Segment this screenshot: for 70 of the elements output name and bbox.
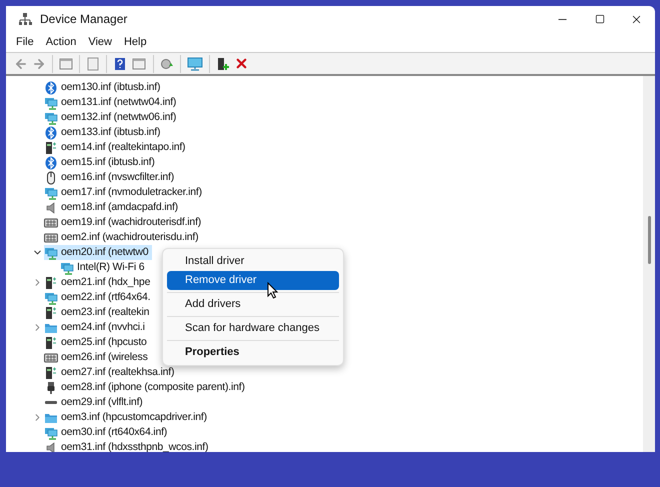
network-icon (44, 110, 58, 124)
window-title: Device Manager (40, 11, 128, 28)
cursor-icon (267, 282, 278, 299)
add-driver-icon[interactable] (216, 56, 230, 70)
tree-item[interactable]: oem3.inf (hpcustomcapdriver.inf) (44, 410, 211, 425)
tree-item[interactable]: oem16.inf (nvswcfilter.inf) (44, 170, 178, 185)
network-icon (44, 96, 58, 110)
bluetooth-icon (44, 80, 58, 94)
drive-icon (45, 401, 57, 404)
bluetooth-icon (44, 126, 58, 140)
help-icon[interactable] (113, 56, 127, 70)
tree-item[interactable]: oem130.inf (ibtusb.inf) (44, 80, 164, 95)
remove-icon[interactable] (234, 56, 249, 71)
tree-item[interactable]: oem24.inf (nvvhci.i (44, 320, 149, 335)
scrollbar-thumb[interactable] (648, 216, 650, 264)
context-menu-item[interactable]: Install driver (167, 252, 339, 271)
keyboard-icon (44, 350, 58, 364)
network-icon (44, 426, 58, 440)
network-icon (44, 186, 58, 200)
back-icon[interactable] (14, 56, 28, 70)
mouse-icon (44, 170, 58, 184)
context-menu-item[interactable]: Add drivers (167, 295, 339, 314)
tree-item[interactable]: oem19.inf (wachidrouterisdf.inf) (44, 215, 206, 230)
keyboard-icon (44, 216, 58, 230)
network-icon (44, 290, 58, 304)
bluetooth-icon (44, 156, 58, 170)
network-icon (60, 260, 74, 274)
menu-item[interactable]: Help (118, 34, 153, 50)
tree-item[interactable]: oem18.inf (amdacpafd.inf) (44, 200, 182, 215)
app-icon (18, 12, 32, 26)
device-icon (44, 336, 58, 350)
tree-item[interactable]: oem21.inf (hdx_hpe (44, 275, 154, 290)
menu-item[interactable]: File (10, 34, 40, 50)
tree-item[interactable]: oem2.inf (wachidrouterisdu.inf) (44, 230, 202, 245)
tree-item[interactable]: oem25.inf (hpcusto (44, 335, 151, 350)
maximize-icon[interactable] (594, 14, 604, 24)
panel-icon[interactable] (59, 56, 73, 70)
tree-item[interactable]: oem15.inf (ibtusb.inf) (44, 155, 159, 170)
tree-item[interactable]: oem133.inf (ibtusb.inf) (44, 125, 164, 140)
menu-item[interactable]: View (82, 34, 118, 50)
document-icon[interactable] (86, 56, 100, 70)
network-icon (44, 246, 58, 260)
tree-item[interactable]: oem31.inf (hdxssthpnb_wcos.inf) (44, 440, 212, 452)
tree-item[interactable]: Intel(R) Wi-Fi 6 (60, 260, 148, 275)
context-menu-item[interactable]: Properties (167, 343, 339, 362)
tree-item[interactable]: oem14.inf (realtekintapo.inf) (44, 140, 190, 155)
scrollbar[interactable] (643, 76, 655, 452)
tree-item[interactable]: oem23.inf (realtekin (44, 305, 154, 320)
menu-item[interactable]: Action (40, 34, 82, 50)
scan-icon[interactable] (160, 56, 174, 70)
device-icon (44, 306, 58, 320)
tree-item[interactable]: oem131.inf (netwtw04.inf) (44, 95, 180, 110)
keyboard-icon (44, 230, 58, 244)
context-menu-item[interactable]: Remove driver (167, 271, 339, 290)
tree-item[interactable]: oem28.inf (iphone (composite parent).inf) (44, 380, 249, 395)
tree-item[interactable]: oem22.inf (rtf64x64. (44, 290, 154, 305)
device-icon (44, 140, 58, 154)
tree-item[interactable]: oem20.inf (netwtw0 (44, 245, 152, 260)
window-icon[interactable] (132, 56, 146, 70)
tree-item[interactable]: oem17.inf (nvmoduletracker.inf) (44, 185, 206, 200)
device-icon (44, 366, 58, 380)
tree-item[interactable]: oem132.inf (netwtw06.inf) (44, 110, 180, 125)
monitor-icon[interactable] (187, 56, 203, 70)
tree-item[interactable]: oem30.inf (rt640x64.inf) (44, 425, 172, 440)
tree-item[interactable]: oem26.inf (wireless (44, 350, 152, 365)
forward-icon[interactable] (32, 56, 46, 70)
tree-item[interactable]: oem29.inf (vlflt.inf) (44, 395, 147, 410)
context-menu-item[interactable]: Scan for hardware changes (167, 319, 339, 338)
tree-item[interactable]: oem27.inf (realtekhsa.inf) (44, 365, 178, 380)
device-icon (44, 276, 58, 290)
